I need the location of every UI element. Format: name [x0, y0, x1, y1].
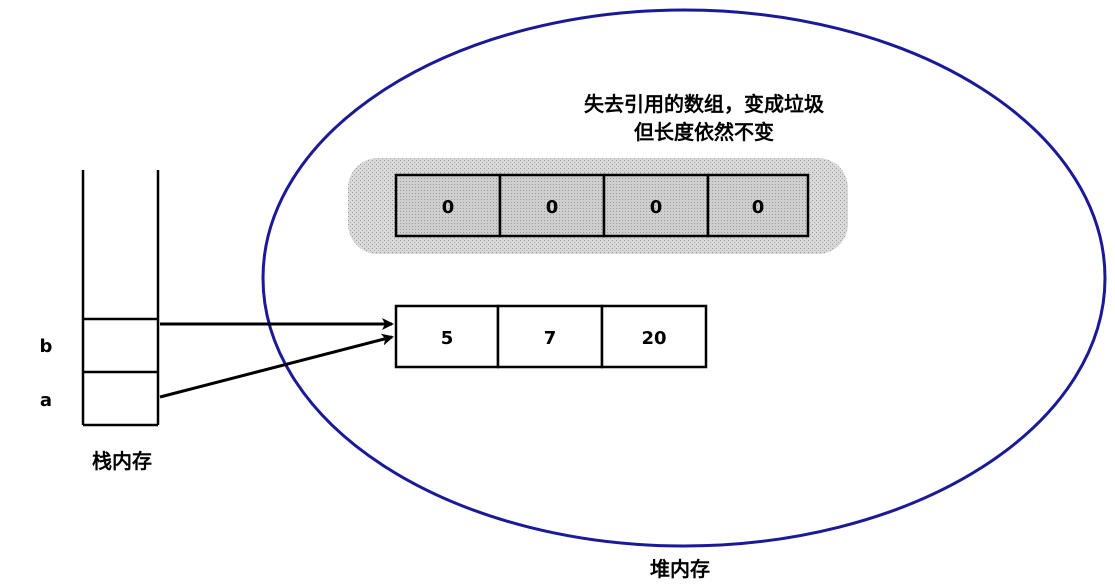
garbage-cell: 0: [602, 173, 710, 238]
memory-diagram: 堆内存 失去引用的数组，变成垃圾 但长度依然不变 0 0 0 0 5 7 20 …: [40, 8, 1107, 581]
garbage-array: 0 0 0 0: [394, 173, 810, 238]
stack-label: 栈内存: [92, 449, 152, 473]
garbage-note-line2: 但长度依然不变: [634, 120, 774, 144]
live-cell: 7: [496, 304, 604, 369]
garbage-cell: 0: [394, 173, 502, 238]
stack-memory: [81, 170, 160, 427]
heap-label: 堆内存: [650, 557, 710, 581]
garbage-note-line1: 失去引用的数组，变成垃圾: [584, 92, 825, 116]
stack-var-a: a: [40, 390, 52, 411]
live-cell-value: 7: [544, 328, 557, 349]
live-cell: 20: [600, 304, 708, 369]
garbage-cell-value: 0: [442, 197, 455, 218]
live-cell-value: 5: [441, 328, 454, 349]
garbage-cell-value: 0: [752, 197, 765, 218]
heap-ellipse: [261, 8, 1107, 548]
stack-var-b: b: [40, 336, 53, 357]
live-array: 5 7 20: [394, 304, 708, 369]
garbage-cell-value: 0: [546, 197, 559, 218]
garbage-cell-value: 0: [650, 197, 663, 218]
live-cell-value: 20: [641, 328, 666, 349]
garbage-cell: 0: [706, 173, 810, 238]
garbage-cell: 0: [498, 173, 606, 238]
live-cell: 5: [394, 304, 500, 369]
